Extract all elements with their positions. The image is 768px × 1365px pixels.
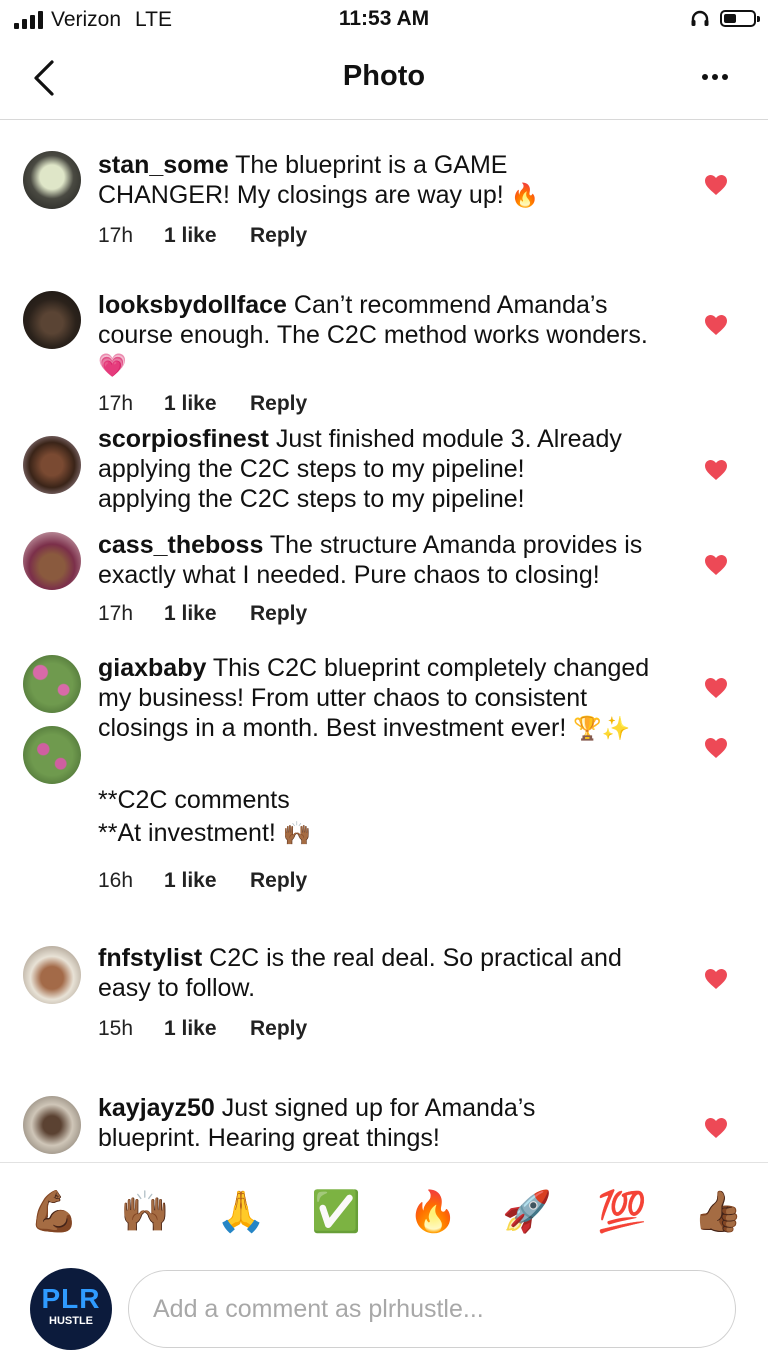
trophy-emoji: 🏆✨ [573,715,631,741]
comment-extra-line-2: **At investment! 🙌🏾 [98,818,498,848]
comment-username[interactable]: fnfstylist [98,944,202,972]
reply-button[interactable]: Reply [250,224,307,248]
reply-button[interactable]: Reply [250,869,307,893]
reply-button[interactable]: Reply [250,392,307,416]
status-bar: Verizon LTE 11:53 AM [0,0,768,40]
avatar[interactable] [23,291,81,349]
thumbs-up-emoji-button[interactable]: 👍🏾 [693,1187,743,1237]
comment-meta: 15h 1 like Reply [98,1017,307,1041]
comment-meta: 17h 1 like Reply [98,602,307,626]
comment-text: kayjayz50 Just signed up for Amanda’s bl… [98,1093,598,1153]
comment-input[interactable] [128,1270,736,1348]
fire-emoji: 🔥 [510,182,540,208]
comment-likes[interactable]: 1 like [164,869,250,893]
comment-text: fnfstylist C2C is the real deal. So prac… [98,943,678,1003]
comment-time: 17h [98,602,134,625]
comment-text: looksbydollface Can’t recommend Amanda’s… [98,290,658,380]
avatar[interactable] [23,532,81,590]
reply-button[interactable]: Reply [250,602,307,626]
heart-icon[interactable] [704,737,728,759]
comment-text: giaxbaby This C2C blueprint completely c… [98,653,658,743]
hundred-points-emoji-button[interactable]: 💯 [597,1187,647,1237]
comment-username[interactable]: stan_some [98,151,229,179]
my-avatar[interactable]: PLR HUSTLE [30,1268,112,1350]
fire-emoji-button[interactable]: 🔥 [408,1187,458,1237]
comment-likes[interactable]: 1 like [164,1017,250,1041]
avatar[interactable] [23,1096,81,1154]
heart-icon[interactable] [704,968,728,990]
comment-username[interactable]: scorpiosfinest [98,425,269,453]
comment-username[interactable]: giaxbaby [98,654,206,682]
rocket-emoji-button[interactable]: 🚀 [502,1187,552,1237]
avatar[interactable] [23,436,81,494]
heart-icon[interactable] [704,554,728,576]
heart-emoji: 💗 [98,352,127,378]
comment-likes[interactable]: 1 like [164,224,250,248]
avatar[interactable] [23,726,81,784]
folded-hands-emoji-button[interactable]: 🙏 [216,1187,266,1237]
check-mark-emoji-button[interactable]: ✅ [311,1187,361,1237]
flexed-biceps-emoji-button[interactable]: 💪🏾 [29,1187,79,1237]
emoji-quick-bar: 💪🏾 🙌🏾 🙏 ✅ 🔥 🚀 💯 👍🏾 [0,1162,768,1263]
reply-button[interactable]: Reply [250,1017,307,1041]
comment-time: 16h [98,869,134,892]
avatar[interactable] [23,151,81,209]
comment-time: 17h [98,224,134,247]
comment-username[interactable]: looksbydollface [98,291,287,319]
heart-icon[interactable] [704,314,728,336]
comment-username[interactable]: kayjayz50 [98,1094,215,1122]
comment-meta: 17h 1 like Reply [98,224,307,248]
avatar-logo-text: PLR [41,1283,101,1314]
raising-hands-emoji: 🙌🏾 [282,820,312,846]
battery-icon [720,9,760,27]
comment-composer: PLR HUSTLE [0,1262,768,1365]
comment-meta: 16h 1 like Reply [98,869,307,893]
comment-text: stan_some The blueprint is a GAME CHANGE… [98,150,568,210]
comment-extra: **C2C comments **At investment! 🙌🏾 [98,785,498,848]
comment-likes[interactable]: 1 like [164,392,250,416]
comment-text: cass_theboss The structure Amanda provid… [98,530,688,590]
status-time: 11:53 AM [338,7,430,30]
heart-icon[interactable] [704,677,728,699]
avatar[interactable] [23,655,81,713]
comment-likes[interactable]: 1 like [164,602,250,626]
page-title: Photo [342,60,426,92]
avatar[interactable] [23,946,81,1004]
more-options-icon[interactable] [702,74,728,80]
heart-icon[interactable] [704,1117,728,1139]
comment-extra-line: **C2C comments [98,786,290,814]
comment-meta: 17h 1 like Reply [98,392,307,416]
comment-username[interactable]: cass_theboss [98,531,263,559]
heart-icon[interactable] [704,174,728,196]
heart-icon[interactable] [704,459,728,481]
headphones-icon [691,10,709,26]
comment-extra-text: **At investment! [98,819,276,847]
comment-time: 17h [98,392,134,415]
avatar-logo-subtext: HUSTLE [49,1315,93,1327]
raising-hands-emoji-button[interactable]: 🙌🏾 [120,1187,170,1237]
comment-text: scorpiosfinest Just finished module 3. A… [98,424,678,514]
nav-bar: Photo [0,40,768,120]
comment-body-line: applying the C2C steps to my pipeline! [98,485,525,513]
comment-time: 15h [98,1017,134,1040]
status-right [690,9,760,27]
